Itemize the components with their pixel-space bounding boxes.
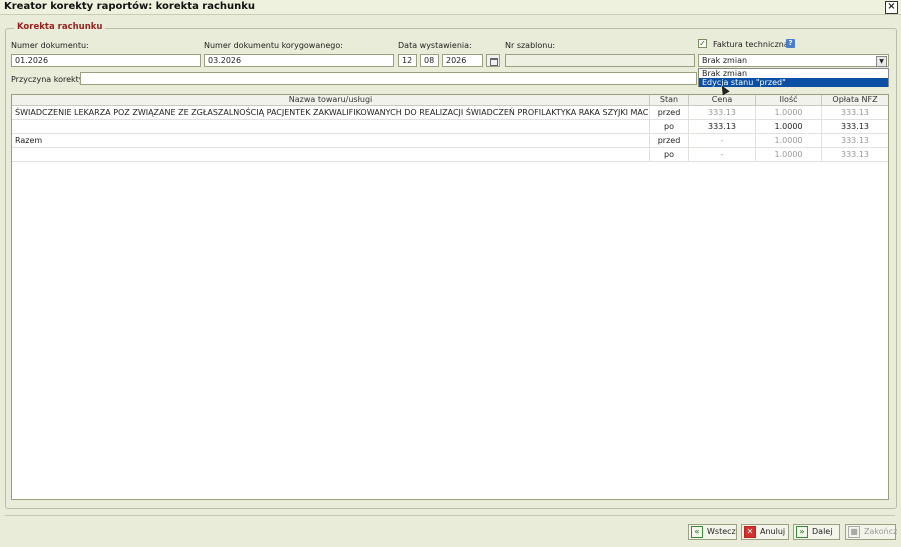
- col-header-name[interactable]: Nazwa towaru/usługi: [12, 95, 650, 105]
- table-row[interactable]: Razem przed - 1.0000 333.13: [12, 134, 888, 148]
- row-ilosc[interactable]: 1.0000: [756, 120, 822, 133]
- finish-button-label: Zakończ: [864, 527, 898, 536]
- back-button[interactable]: « Wstecz: [688, 524, 737, 540]
- corrected-doc-field[interactable]: 03.2026: [204, 54, 394, 67]
- row-name: [12, 120, 650, 133]
- reason-label: Przyczyna korekty:: [11, 75, 86, 84]
- row-oplata: 333.13: [841, 136, 869, 145]
- finish-icon: ■: [848, 526, 860, 538]
- col-header-oplata[interactable]: Opłata NFZ: [822, 95, 888, 105]
- row-name: Razem: [12, 134, 650, 147]
- template-field: [505, 54, 695, 67]
- col-header-cena[interactable]: Cena: [689, 95, 756, 105]
- forward-icon: »: [796, 526, 808, 538]
- row-stan: przed: [650, 106, 689, 119]
- row-ilosc: 1.0000: [756, 106, 822, 119]
- table-row[interactable]: ŚWIADCZENIE LEKARZA POZ ZWIĄZANE ZE ZGŁA…: [12, 106, 888, 120]
- row-name: [12, 148, 650, 161]
- title-bar: Kreator korekty raportów: korekta rachun…: [0, 0, 901, 15]
- date-year-field[interactable]: 2026: [442, 54, 483, 67]
- table-header: Nazwa towaru/usługi Stan Cena Ilość Opła…: [12, 95, 888, 106]
- technical-invoice-checkbox[interactable]: ✓: [698, 39, 707, 48]
- mode-select[interactable]: Brak zmian ▼: [698, 54, 889, 67]
- corrected-doc-label: Numer dokumentu korygowanego:: [204, 41, 343, 50]
- row-oplata: 333.13: [841, 108, 869, 117]
- back-icon: «: [691, 526, 703, 538]
- col-header-stan[interactable]: Stan: [650, 95, 689, 105]
- info-icon[interactable]: ?: [786, 39, 795, 48]
- mode-select-value: Brak zmian: [702, 56, 748, 65]
- row-cena: -: [689, 148, 756, 161]
- date-day-field[interactable]: 12: [398, 54, 417, 67]
- chevron-down-icon[interactable]: ▼: [876, 56, 887, 67]
- date-label: Data wystawienia:: [398, 41, 472, 50]
- mode-dropdown-list: Brak zmian Edycja stanu "przed": [698, 68, 889, 87]
- close-button[interactable]: ×: [885, 1, 898, 14]
- dropdown-option-highlighted[interactable]: Edycja stanu "przed": [699, 78, 888, 87]
- cancel-button-label: Anuluj: [760, 527, 786, 536]
- group-legend: Korekta rachunku: [14, 22, 106, 32]
- next-button-label: Dalej: [812, 527, 833, 536]
- table-row[interactable]: po - 1.0000 333.13: [12, 148, 888, 162]
- dropdown-option[interactable]: Brak zmian: [699, 69, 888, 78]
- back-button-label: Wstecz: [707, 527, 736, 536]
- row-stan: po: [650, 148, 689, 161]
- reason-field[interactable]: [80, 72, 697, 85]
- row-cena[interactable]: 333.13: [689, 120, 756, 133]
- finish-button[interactable]: ■ Zakończ: [845, 524, 898, 540]
- calendar-icon[interactable]: [486, 54, 500, 67]
- technical-invoice-label: Faktura techniczna: [713, 40, 789, 49]
- row-name: ŚWIADCZENIE LEKARZA POZ ZWIĄZANE ZE ZGŁA…: [12, 106, 650, 119]
- row-stan: po: [650, 120, 689, 133]
- col-header-ilosc[interactable]: Ilość: [756, 95, 822, 105]
- row-cena: -: [689, 134, 756, 147]
- template-label: Nr szablonu:: [505, 41, 556, 50]
- row-ilosc: 1.0000: [756, 134, 822, 147]
- doc-number-label: Numer dokumentu:: [11, 41, 89, 50]
- doc-number-field[interactable]: 01.2026: [11, 54, 201, 67]
- row-cena: 333.13: [689, 106, 756, 119]
- divider: [5, 515, 895, 516]
- row-stan: przed: [650, 134, 689, 147]
- table-row[interactable]: po 333.13 1.0000 333.13: [12, 120, 888, 134]
- window-title: Kreator korekty raportów: korekta rachun…: [4, 1, 256, 12]
- next-button[interactable]: » Dalej: [793, 524, 840, 540]
- row-oplata: 333.13: [841, 150, 869, 159]
- items-table: Nazwa towaru/usługi Stan Cena Ilość Opła…: [11, 94, 889, 500]
- cancel-button[interactable]: ✕ Anuluj: [741, 524, 789, 540]
- date-month-field[interactable]: 08: [420, 54, 439, 67]
- row-oplata: 333.13: [841, 122, 869, 131]
- cancel-icon: ✕: [744, 526, 756, 538]
- row-ilosc: 1.0000: [756, 148, 822, 161]
